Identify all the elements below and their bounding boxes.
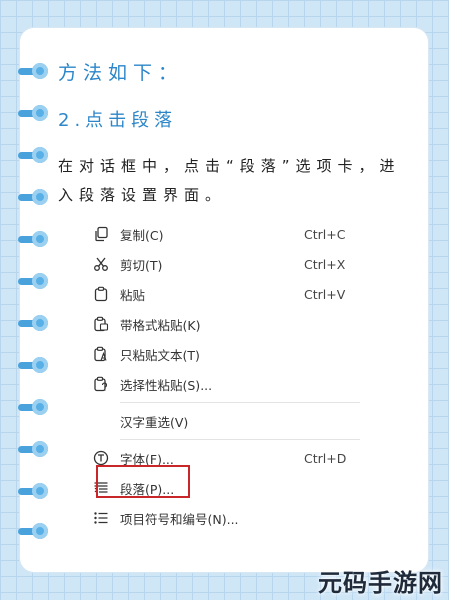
paste-text-icon [92,345,110,363]
menu-separator [120,402,360,403]
ring-10 [18,441,48,457]
menu-separator [120,439,360,440]
scissors-icon [92,255,110,273]
menu-item-bullets[interactable]: 项目符号和编号(N)... [86,503,366,533]
menu-item-paste-special[interactable]: 选择性粘贴(S)... [86,369,366,399]
menu-item-label: 只粘贴文本(T) [120,347,200,363]
highlight-box [96,465,190,498]
watermark-text: 元码手游网 [318,569,443,597]
ring-11 [18,483,48,499]
ring-7 [18,315,48,331]
menu-item-copy[interactable]: 复制(C) Ctrl+C [86,219,366,249]
menu-item-paste-text[interactable]: 只粘贴文本(T) [86,339,366,369]
menu-item-shortcut: Ctrl+C [304,226,346,242]
paste-special-icon [92,375,110,393]
menu-item-label: 汉字重选(V) [120,414,189,430]
list-icon [92,509,110,527]
spiral-binding [0,0,60,600]
clipboard-icon [92,285,110,303]
ring-2 [18,105,48,121]
menu-item-label: 带格式粘贴(K) [120,317,201,333]
ring-4 [18,189,48,205]
paste-format-icon [92,315,110,333]
menu-item-label: 项目符号和编号(N)... [120,511,239,527]
instruction-paragraph: 在对话框中，点击“段落”选项卡，进入段落设置界面。 [58,157,401,204]
ring-5 [18,231,48,247]
copy-icon [92,225,110,243]
ring-9 [18,399,48,415]
menu-item-cut[interactable]: 剪切(T) Ctrl+X [86,249,366,279]
menu-item-paste-format[interactable]: 带格式粘贴(K) [86,309,366,339]
menu-item-reselect[interactable]: 汉字重选(V) [86,406,366,436]
ring-8 [18,357,48,373]
ring-1 [18,63,48,79]
heading-method: 方法如下： [58,62,184,84]
ring-3 [18,147,48,163]
menu-item-shortcut: Ctrl+D [304,450,347,466]
menu-item-shortcut: Ctrl+V [304,286,346,302]
heading-step: 2.点击段落 [58,110,178,131]
menu-item-shortcut: Ctrl+X [304,256,346,272]
menu-item-paste[interactable]: 粘贴 Ctrl+V [86,279,366,309]
ring-6 [18,273,48,289]
menu-item-label: 选择性粘贴(S)... [120,377,213,393]
ring-12 [18,523,48,539]
